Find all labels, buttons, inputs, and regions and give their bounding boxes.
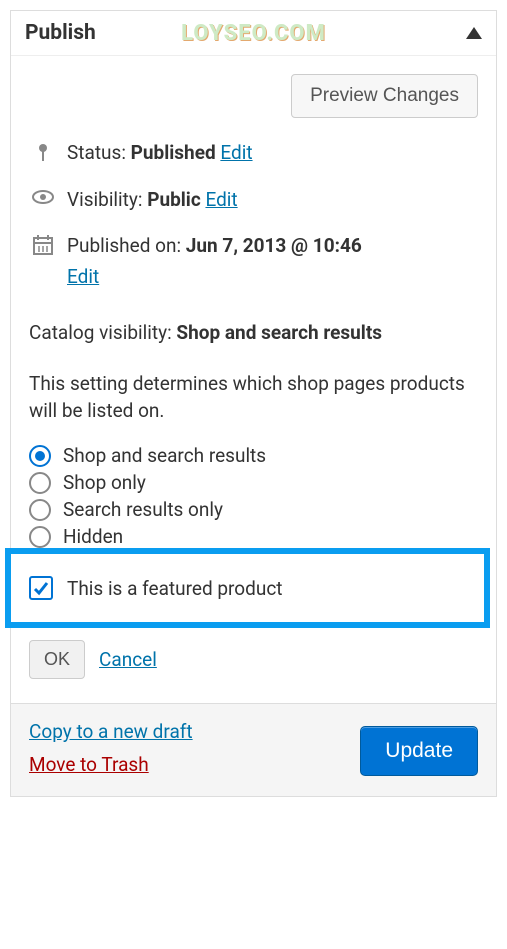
catalog-radio-group: Shop and search results Shop only Search…: [29, 444, 478, 548]
radio-shop-only[interactable]: Shop only: [29, 471, 478, 494]
catalog-visibility-row: Catalog visibility: Shop and search resu…: [29, 320, 478, 347]
radio-shop-and-search[interactable]: Shop and search results: [29, 444, 478, 467]
visibility-row: Visibility: Public Edit: [29, 187, 478, 214]
radio-icon: [29, 472, 51, 494]
visibility-label: Visibility:: [67, 188, 142, 211]
radio-label: Shop and search results: [63, 444, 266, 467]
catalog-description: This setting determines which shop pages…: [29, 371, 478, 424]
panel-body: Preview Changes Status: Published Edit V…: [11, 56, 496, 679]
eye-icon: [29, 189, 57, 205]
featured-checkbox-row[interactable]: This is a featured product: [29, 576, 466, 600]
radio-icon: [29, 499, 51, 521]
catalog-label: Catalog visibility:: [29, 321, 172, 344]
calendar-icon: [29, 235, 57, 255]
pin-icon: [29, 142, 57, 164]
radio-label: Search results only: [63, 498, 223, 521]
published-label: Published on:: [67, 234, 181, 257]
status-row: Status: Published Edit: [29, 140, 478, 167]
published-value: Jun 7, 2013 @ 10:46: [186, 234, 362, 257]
panel-header: Publish LOYSEO.COM: [11, 11, 496, 56]
collapse-toggle-icon[interactable]: [466, 27, 482, 39]
status-value: Published: [131, 141, 216, 164]
radio-icon: [29, 526, 51, 548]
copy-draft-link[interactable]: Copy to a new draft: [29, 720, 193, 743]
panel-footer: Copy to a new draft Move to Trash Update: [11, 703, 496, 796]
published-row: Published on: Jun 7, 2013 @ 10:46 Edit: [29, 233, 478, 290]
radio-hidden[interactable]: Hidden: [29, 525, 478, 548]
publish-panel: Publish LOYSEO.COM Preview Changes Statu…: [10, 10, 497, 797]
status-label: Status:: [67, 141, 126, 164]
radio-label: Hidden: [63, 525, 123, 548]
checkbox-icon: [29, 576, 53, 600]
visibility-edit-link[interactable]: Edit: [205, 188, 237, 211]
catalog-value: Shop and search results: [176, 321, 382, 344]
update-button[interactable]: Update: [360, 726, 478, 776]
featured-label: This is a featured product: [67, 577, 283, 600]
ok-button[interactable]: OK: [29, 640, 85, 679]
status-edit-link[interactable]: Edit: [220, 141, 252, 164]
radio-icon: [29, 445, 51, 467]
move-to-trash-link[interactable]: Move to Trash: [29, 753, 193, 776]
published-edit-link[interactable]: Edit: [67, 264, 478, 291]
preview-changes-button[interactable]: Preview Changes: [291, 74, 478, 118]
watermark: LOYSEO.COM: [181, 21, 326, 46]
visibility-value: Public: [147, 188, 201, 211]
radio-search-only[interactable]: Search results only: [29, 498, 478, 521]
cancel-link[interactable]: Cancel: [99, 648, 157, 671]
radio-label: Shop only: [63, 471, 146, 494]
featured-highlight: This is a featured product: [5, 548, 490, 628]
panel-title: Publish: [25, 21, 96, 45]
